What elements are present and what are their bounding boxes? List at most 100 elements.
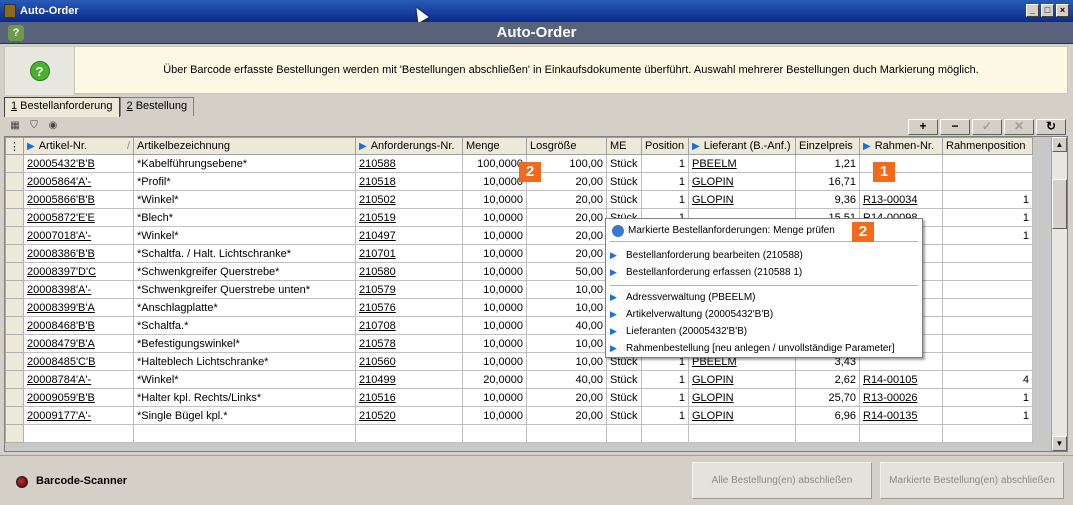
row-header[interactable] <box>5 190 24 209</box>
cell-anforderungs-nr[interactable]: 210578 <box>355 334 463 353</box>
row-header[interactable] <box>5 244 24 263</box>
cell-artikel-nr[interactable]: 20008397'D'C <box>23 262 134 281</box>
row-header[interactable] <box>5 370 24 389</box>
cell-anforderungs-nr[interactable]: 210502 <box>355 190 463 209</box>
table-row[interactable]: 20009177'A'- *Single Bügel kpl.* 210520 10,… <box>5 406 1033 425</box>
menu-item-rahmenbestellung[interactable]: ▶ Rahmenbestellung [neu anlegen / unvolls… <box>610 341 895 356</box>
menu-item-adressverwaltung[interactable]: ▶ Adressverwaltung (PBEELM) <box>610 290 756 305</box>
col-rahmenposition[interactable]: Rahmenposition <box>942 137 1033 155</box>
cell-artikel-nr[interactable]: 20008386'B'B <box>23 244 134 263</box>
row-header[interactable] <box>5 388 24 407</box>
artikel-nr-value[interactable]: 20008397'D'C <box>27 266 96 278</box>
col-artikelbezeichnung[interactable]: Artikelbezeichnung <box>133 137 356 155</box>
anforderungs-nr-value[interactable]: 210519 <box>359 212 396 224</box>
menu-item-erfassen[interactable]: ▶ Bestellanforderung erfassen (210588 1) <box>610 265 802 280</box>
tab-bestellanforderung[interactable]: 1 Bestellanforderung <box>4 97 120 117</box>
cell-anforderungs-nr[interactable]: 210579 <box>355 280 463 299</box>
vertical-scrollbar[interactable]: ▲ ▼ <box>1051 137 1067 451</box>
artikel-nr-value[interactable]: 20007018'A'- <box>27 230 91 242</box>
artikel-nr-value[interactable]: 20005866'B'B <box>27 194 95 206</box>
cell-rahmen-nr[interactable]: R13-00034 <box>859 190 943 209</box>
anforderungs-nr-value[interactable]: 210520 <box>359 410 396 422</box>
artikel-nr-value[interactable]: 20009177'A'- <box>27 410 91 422</box>
add-row-button[interactable]: + <box>908 119 938 135</box>
col-losgroesse[interactable]: Losgröße <box>526 137 607 155</box>
rahmen-nr-value[interactable]: R13-00034 <box>863 194 917 206</box>
cell-artikel-nr[interactable]: 20008485'C'B <box>23 352 134 371</box>
artikel-nr-value[interactable]: 20008386'B'B <box>27 248 95 260</box>
anforderungs-nr-value[interactable]: 210502 <box>359 194 396 206</box>
artikel-nr-value[interactable]: 20008399'B'A <box>27 302 95 314</box>
table-row[interactable]: 20008784'A'- *Winkel* 210499 20,0000 40,00 St… <box>5 370 1033 389</box>
table-row[interactable]: 20009059'B'B *Halter kpl. Rechts/Links* 21… <box>5 388 1033 407</box>
lieferant-value[interactable]: GLOPIN <box>692 374 734 386</box>
cell-anforderungs-nr[interactable]: 210588 <box>355 154 463 173</box>
scroll-thumb[interactable] <box>1052 179 1067 229</box>
menu-item-artikelverwaltung[interactable]: ▶ Artikelverwaltung (20005432'B'B) <box>610 307 773 322</box>
anforderungs-nr-value[interactable]: 210518 <box>359 176 396 188</box>
anforderungs-nr-value[interactable]: 210576 <box>359 302 396 314</box>
tab-bestellung[interactable]: 2 Bestellung <box>119 97 195 116</box>
row-header[interactable] <box>5 298 24 317</box>
lieferant-value[interactable]: PBEELM <box>692 158 737 170</box>
col-menge[interactable]: Menge <box>462 137 527 155</box>
rahmen-nr-value[interactable]: R14-00105 <box>863 374 917 386</box>
row-header[interactable] <box>5 334 24 353</box>
info-help-button[interactable]: ? <box>5 47 75 95</box>
anforderungs-nr-value[interactable]: 210497 <box>359 230 396 242</box>
scroll-down-icon[interactable]: ▼ <box>1052 436 1067 451</box>
cell-artikel-nr[interactable]: 20005864'A'- <box>23 172 134 191</box>
anforderungs-nr-value[interactable]: 210580 <box>359 266 396 278</box>
artikel-nr-value[interactable]: 20008784'A'- <box>27 374 91 386</box>
col-einzelpreis[interactable]: Einzelpreis <box>795 137 860 155</box>
lieferant-value[interactable]: GLOPIN <box>692 410 734 422</box>
col-position[interactable]: Position <box>641 137 689 155</box>
row-header[interactable] <box>5 262 24 281</box>
menu-item-bearbeiten[interactable]: ▶ Bestellanforderung bearbeiten (210588) <box>610 248 803 263</box>
cell-rahmen-nr[interactable]: R14-00105 <box>859 370 943 389</box>
cell-anforderungs-nr[interactable]: 210576 <box>355 298 463 317</box>
col-lieferant[interactable]: ▶ Lieferant (B.-Anf.) <box>688 137 796 155</box>
cell-anforderungs-nr[interactable]: 210516 <box>355 388 463 407</box>
view-icon[interactable]: ◉ <box>46 120 60 132</box>
cell-rahmen-nr[interactable]: R13-00026 <box>859 388 943 407</box>
anforderungs-nr-value[interactable]: 210560 <box>359 356 396 368</box>
lieferant-value[interactable]: GLOPIN <box>692 392 734 404</box>
cell-lieferant[interactable]: GLOPIN <box>688 172 796 191</box>
row-header[interactable] <box>5 316 24 335</box>
anforderungs-nr-value[interactable]: 210708 <box>359 320 396 332</box>
cell-artikel-nr[interactable]: 20008479'B'A <box>23 334 134 353</box>
row-header[interactable] <box>5 226 24 245</box>
cell-lieferant[interactable]: GLOPIN <box>688 406 796 425</box>
close-button[interactable]: × <box>1056 4 1069 17</box>
rahmen-nr-value[interactable]: R13-00026 <box>863 392 917 404</box>
cell-artikel-nr[interactable]: 20008399'B'A <box>23 298 134 317</box>
cell-anforderungs-nr[interactable]: 210580 <box>355 262 463 281</box>
anforderungs-nr-value[interactable]: 210499 <box>359 374 396 386</box>
cell-anforderungs-nr[interactable]: 210520 <box>355 406 463 425</box>
artikel-nr-value[interactable]: 20005864'A'- <box>27 176 91 188</box>
cell-anforderungs-nr[interactable]: 210497 <box>355 226 463 245</box>
table-row[interactable]: 20005866'B'B *Winkel* 210502 10,0000 20,00 St… <box>5 190 1033 209</box>
cell-anforderungs-nr[interactable]: 210518 <box>355 172 463 191</box>
col-me[interactable]: ME <box>606 137 642 155</box>
artikel-nr-value[interactable]: 20005872'E'E <box>27 212 95 224</box>
row-header[interactable] <box>5 352 24 371</box>
artikel-nr-value[interactable]: 20008468'B'B <box>27 320 95 332</box>
col-anforderungs-nr[interactable]: ▶ Anforderungs-Nr. <box>355 137 463 155</box>
close-marked-orders-button[interactable]: Markierte Bestellung(en) abschließen <box>880 462 1064 499</box>
cell-lieferant[interactable]: GLOPIN <box>688 370 796 389</box>
minimize-button[interactable]: _ <box>1026 4 1039 17</box>
row-header[interactable] <box>5 208 24 227</box>
cell-rahmen-nr[interactable] <box>859 172 943 191</box>
artikel-nr-value[interactable]: 20008485'C'B <box>27 356 95 368</box>
row-header[interactable] <box>5 406 24 425</box>
anforderungs-nr-value[interactable]: 210701 <box>359 248 396 260</box>
cell-artikel-nr[interactable]: 20007018'A'- <box>23 226 134 245</box>
cell-rahmen-nr[interactable] <box>859 154 943 173</box>
cell-anforderungs-nr[interactable]: 210499 <box>355 370 463 389</box>
anforderungs-nr-value[interactable]: 210578 <box>359 338 396 350</box>
row-header[interactable] <box>5 280 24 299</box>
artikel-nr-value[interactable]: 20008398'A'- <box>27 284 91 296</box>
confirm-button[interactable]: ✓ <box>972 119 1002 135</box>
